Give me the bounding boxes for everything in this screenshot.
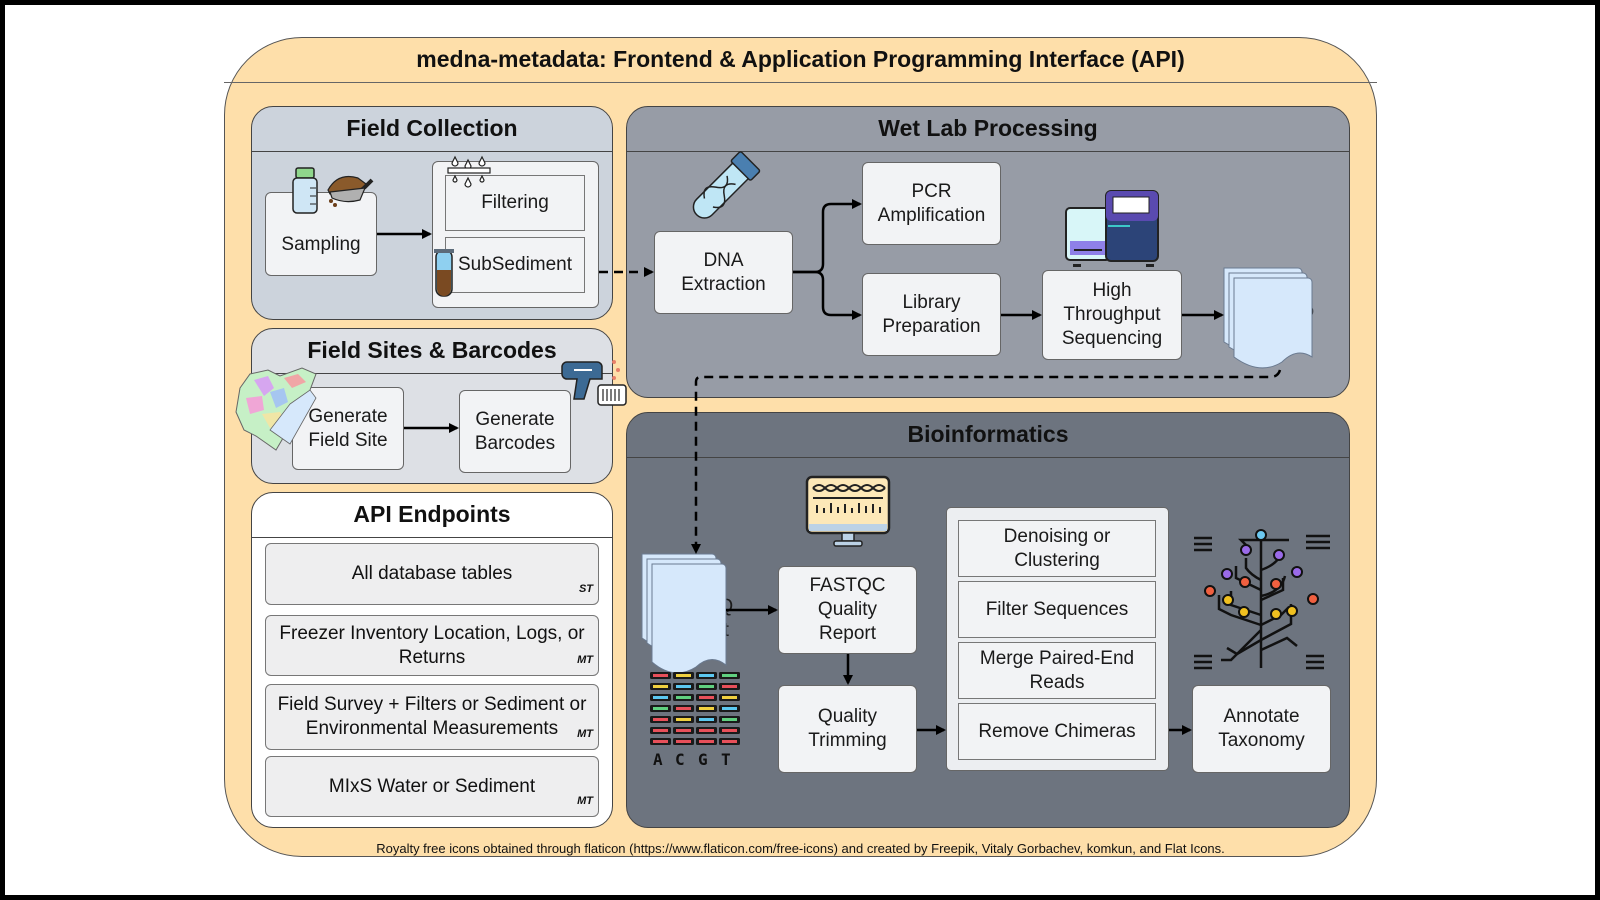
api-endpoint-item[interactable]: MIxS Water or Sediment MT: [265, 756, 599, 817]
filtering-box: Filtering: [445, 175, 585, 231]
remove-chimeras-box: Remove Chimeras: [958, 703, 1156, 760]
api-endpoint-label: All database tables: [351, 563, 513, 584]
merge-paired-end-box: Merge Paired-End Reads: [958, 642, 1156, 699]
pcr-amplification-box: PCR Amplification: [862, 162, 1001, 245]
annotate-taxonomy-box: Annotate Taxonomy: [1192, 685, 1331, 773]
dna-extraction-box: DNA Extraction: [654, 231, 793, 314]
sampling-box: Sampling: [265, 192, 377, 276]
quality-trimming-box: Quality Trimming: [778, 685, 917, 773]
field-sites-title: Field Sites & Barcodes: [251, 328, 613, 374]
api-endpoint-label: Freezer Inventory Location, Logs, or Ret…: [279, 622, 585, 668]
raw-fastq-import-label: Raw FASTQ Import: [670, 572, 734, 641]
library-preparation-box: Library Preparation: [862, 273, 1001, 356]
generate-field-site-box: Generate Field Site: [292, 387, 404, 470]
api-endpoint-item[interactable]: Freezer Inventory Location, Logs, or Ret…: [265, 615, 599, 676]
api-endpoint-item[interactable]: Field Survey + Filters or Sediment or En…: [265, 684, 599, 750]
generate-barcodes-box: Generate Barcodes: [459, 390, 571, 473]
api-endpoint-tag: ST: [578, 583, 593, 595]
api-endpoints-title: API Endpoints: [251, 492, 613, 538]
api-endpoint-label: MIxS Water or Sediment: [328, 775, 536, 797]
footer-credits: Royalty free icons obtained through flat…: [376, 841, 1225, 856]
wet-lab-title: Wet Lab Processing: [626, 106, 1350, 152]
sequencing-box: High Throughput Sequencing: [1042, 270, 1182, 360]
filter-sequences-box: Filter Sequences: [958, 581, 1156, 638]
raw-fastq-output-label: Raw FASTQ Output: [1251, 278, 1315, 347]
api-endpoint-tag: MT: [577, 654, 593, 666]
diagram-title: medna-metadata: Frontend & Application P…: [224, 37, 1377, 83]
field-collection-title: Field Collection: [251, 106, 613, 152]
fastqc-report-box: FASTQC Quality Report: [778, 566, 917, 654]
bioinformatics-title: Bioinformatics: [626, 412, 1350, 458]
api-endpoint-tag: MT: [577, 728, 593, 740]
api-endpoint-item[interactable]: All database tables ST: [265, 543, 599, 605]
api-endpoint-label: Field Survey + Filters or Sediment or En…: [277, 694, 587, 739]
denoising-box: Denoising or Clustering: [958, 520, 1156, 577]
subsediment-box: SubSediment: [445, 237, 585, 293]
api-endpoint-tag: MT: [577, 795, 593, 807]
